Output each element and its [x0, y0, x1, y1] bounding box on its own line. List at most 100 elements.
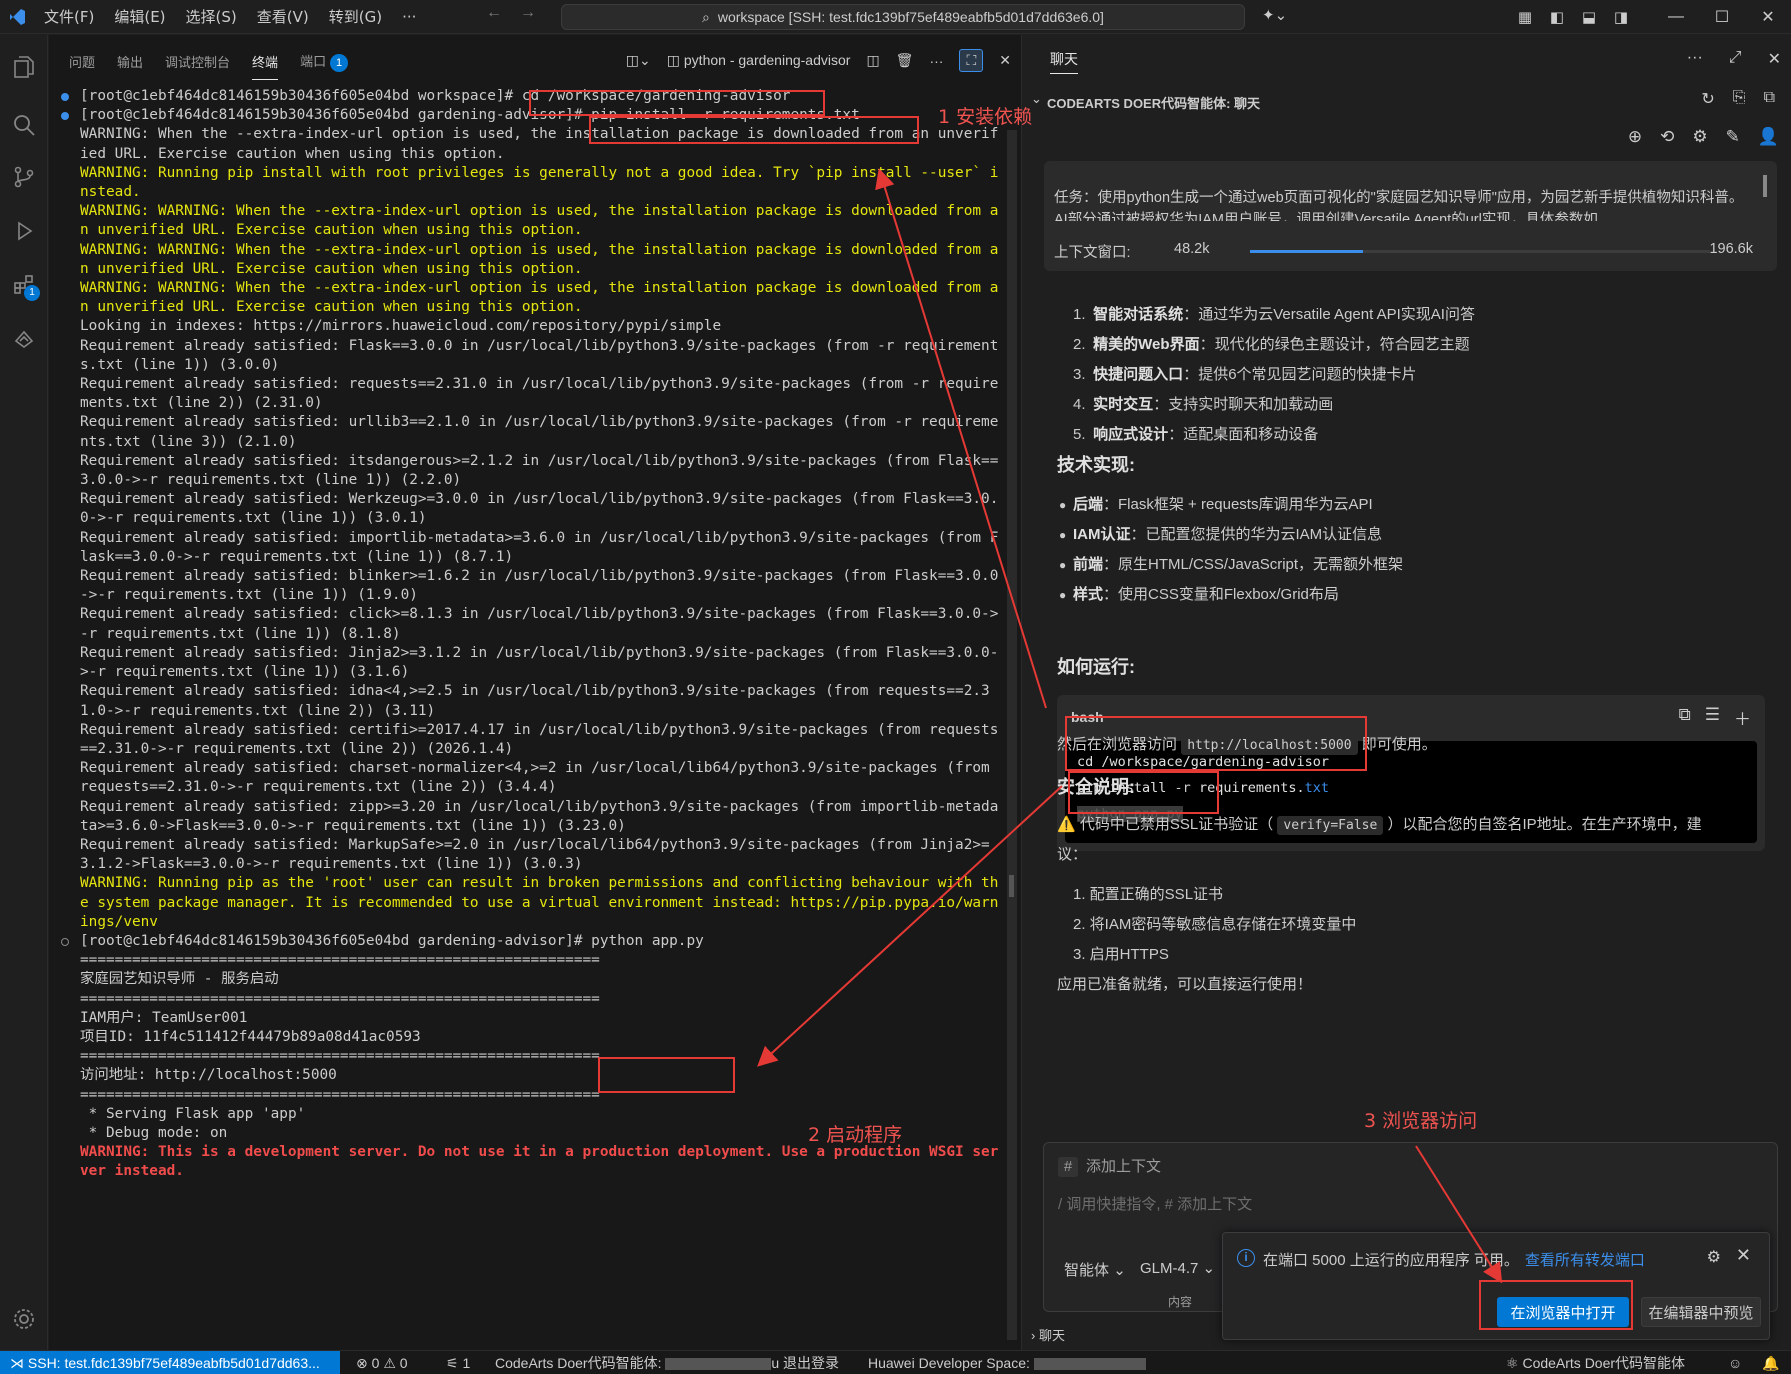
advice-item: 1. 配置正确的SSL证书	[1073, 886, 1224, 903]
copy-icon[interactable]: ⧉	[1679, 705, 1691, 730]
tab-chat[interactable]: 聊天	[1050, 49, 1078, 74]
error-icon: ⊗	[356, 1355, 372, 1371]
settings-icon[interactable]: ⚙	[1692, 127, 1707, 147]
run-debug-icon[interactable]	[0, 207, 48, 255]
maximize-panel-icon[interactable]: ⛶	[959, 49, 984, 72]
command-decoration-icon[interactable]	[61, 937, 69, 946]
insert-icon[interactable]: ☰	[1705, 705, 1720, 730]
menu-selection[interactable]: 选择(S)	[176, 0, 247, 34]
chevron-down-icon[interactable]: ⌄	[1031, 91, 1042, 107]
customize-layout-icon[interactable]: ▦	[1509, 8, 1541, 26]
highlight-code-python	[1068, 771, 1219, 814]
account-icon[interactable]: 👤	[1758, 127, 1779, 147]
extensions-icon[interactable]: 1	[0, 261, 48, 309]
collapse-icon[interactable]: ⧉	[1764, 89, 1775, 109]
feature-item: 1. 智能对话系统：通过华为云Versatile Agent API实现AI问答	[1073, 303, 1475, 324]
new-terminal-split-icon[interactable]: ◫⌄	[626, 52, 651, 69]
chat-footer[interactable]: › 聊天	[1031, 1325, 1065, 1344]
logout-link[interactable]: u 退出登录	[771, 1355, 839, 1371]
run-heading: 如何运行:	[1057, 657, 1135, 677]
command-center[interactable]: ⌕ workspace [SSH: test.fdc139bf75ef489ea…	[561, 4, 1245, 30]
kill-terminal-icon[interactable]: 🗑	[896, 52, 914, 69]
minimize-icon[interactable]: —	[1653, 8, 1699, 26]
toggle-secondary-sidebar-icon[interactable]: ◨	[1605, 8, 1637, 26]
remote-indicator[interactable]: ⋊ SSH: test.fdc139bf75ef489eabfb5d01d7dd…	[0, 1351, 340, 1374]
codearts-agent-label: CodeArts Doer代码智能体	[1522, 1355, 1686, 1371]
copilot-icon[interactable]: ✦⌄	[1262, 6, 1287, 24]
tab-ports[interactable]: 端口 1	[300, 45, 349, 78]
notifications-icon[interactable]: 🔔	[1762, 1351, 1779, 1374]
toggle-panel-icon[interactable]: ⬓	[1573, 8, 1605, 26]
close-icon[interactable]: ✕	[1736, 1245, 1751, 1266]
maximize-icon[interactable]: ⤢	[1729, 49, 1742, 69]
tab-output[interactable]: 输出	[117, 46, 143, 77]
feature-item: 4. 实时交互：支持实时聊天和加载动画	[1073, 393, 1333, 414]
terminal-line: Requirement already satisfied: itsdanger…	[80, 452, 1007, 490]
codearts-icon[interactable]	[0, 315, 48, 363]
terminal-scrollbar-thumb[interactable]	[1009, 875, 1014, 897]
feature-title: 快捷问题入口	[1093, 366, 1184, 383]
menu-view[interactable]: 查看(V)	[247, 0, 319, 34]
terminal-shell-icon: ◫	[666, 52, 684, 68]
plus-icon[interactable]: ＋	[1734, 705, 1751, 730]
source-control-icon[interactable]	[0, 153, 48, 201]
command-decoration-icon[interactable]	[61, 93, 69, 101]
new-file-icon[interactable]: ⎘	[1733, 89, 1746, 109]
history-icon[interactable]: ⟲	[1660, 127, 1674, 147]
command-center-label: workspace [SSH: test.fdc139bf75ef489eabf…	[717, 9, 1104, 25]
tab-terminal[interactable]: 终端	[252, 46, 279, 80]
forward-arrow-icon[interactable]: →	[520, 4, 554, 21]
problems-indicator[interactable]: ⊗ 0 ⚠ 0	[356, 1351, 408, 1374]
terminal-line-text: WARNING: WARNING: When the --extra-index…	[80, 280, 999, 316]
back-arrow-icon[interactable]: ←	[486, 4, 520, 21]
chat-toolbar: ⊕ ⟲ ⚙ ✎ 👤	[1628, 127, 1779, 147]
view-ports-link[interactable]: 查看所有转发端口	[1525, 1252, 1645, 1269]
close-panel-icon[interactable]: ✕	[999, 52, 1011, 69]
terminal-line: Requirement already satisfied: certifi>=…	[80, 721, 1007, 759]
menu-go[interactable]: 转到(G)	[319, 0, 392, 34]
security-code: verify=False	[1277, 816, 1384, 835]
terminal-instance[interactable]: ◫ python - gardening-advisor	[667, 52, 851, 69]
task-scrollbar[interactable]	[1763, 175, 1767, 197]
new-chat-icon[interactable]: ⊕	[1628, 127, 1642, 147]
command-decoration-icon[interactable]	[61, 112, 69, 121]
security-post: ）以配合您的自签名IP地址。在生产环境中，建	[1387, 816, 1702, 833]
settings-gear-icon[interactable]	[0, 1295, 48, 1343]
preview-in-editor-button[interactable]: 在编辑器中预览	[1641, 1297, 1761, 1327]
split-terminal-icon[interactable]: ◫	[866, 52, 879, 69]
account-icon[interactable]: ☺	[1728, 1351, 1742, 1374]
close-window-icon[interactable]: ✕	[1745, 7, 1791, 27]
add-context-button[interactable]: # 添加上下文	[1058, 1155, 1161, 1177]
close-icon[interactable]: ✕	[1768, 49, 1781, 69]
more-actions-icon[interactable]: ···	[1687, 49, 1703, 69]
agent-mode-select[interactable]: 智能体 ⌄	[1064, 1259, 1126, 1280]
terminal-line-text: ========================================…	[80, 1048, 600, 1065]
add-context-label: 添加上下文	[1086, 1158, 1162, 1175]
tech-desc: ：原生HTML/CSS/JavaScript，无需额外框架	[1103, 556, 1404, 573]
explorer-icon[interactable]	[0, 43, 48, 91]
menu-file[interactable]: 文件(F)	[34, 0, 104, 34]
tab-problems[interactable]: 问题	[69, 46, 95, 77]
refresh-icon[interactable]: ↻	[1701, 89, 1714, 109]
codearts-agent-status[interactable]: ⚛ CodeArts Doer代码智能体	[1506, 1351, 1685, 1374]
menu-more[interactable]: ···	[392, 0, 426, 34]
menu-edit[interactable]: 编辑(E)	[104, 0, 175, 34]
tab-debug-console[interactable]: 调试控制台	[165, 46, 230, 77]
terminal-output[interactable]: [root@c1ebf464dc8146159b30436f605e04bd w…	[49, 87, 1007, 1182]
terminal-line-text: IAM用户: TeamUser001	[80, 1009, 248, 1026]
more-actions-icon[interactable]: ···	[929, 53, 943, 69]
model-select[interactable]: GLM-4.7 ⌄	[1140, 1259, 1215, 1277]
terminal-line: Requirement already satisfied: charset-n…	[80, 759, 1007, 797]
title-bar: 文件(F) 编辑(E) 选择(S) 查看(V) 转到(G) ··· ←→ ⌕ w…	[0, 0, 1791, 34]
maximize-icon[interactable]: ☐	[1699, 7, 1745, 27]
terminal-scrollbar[interactable]	[1007, 130, 1017, 1340]
notes-icon[interactable]: ✎	[1726, 127, 1740, 147]
search-icon[interactable]	[0, 101, 48, 149]
chat-input[interactable]: / 调用快捷指令, # 添加上下文	[1058, 1193, 1252, 1214]
gear-icon[interactable]: ⚙	[1707, 1247, 1721, 1267]
toggle-primary-sidebar-icon[interactable]: ◧	[1541, 8, 1573, 26]
terminal-line: 项目ID: 11f4c511412f44479b89a08d41ac0593	[80, 1028, 1007, 1047]
ports-indicator[interactable]: ⚟ 1	[446, 1351, 470, 1374]
developer-space-status[interactable]: Huawei Developer Space:	[868, 1351, 1146, 1374]
codearts-status[interactable]: CodeArts Doer代码智能体: u 退出登录	[495, 1351, 839, 1374]
